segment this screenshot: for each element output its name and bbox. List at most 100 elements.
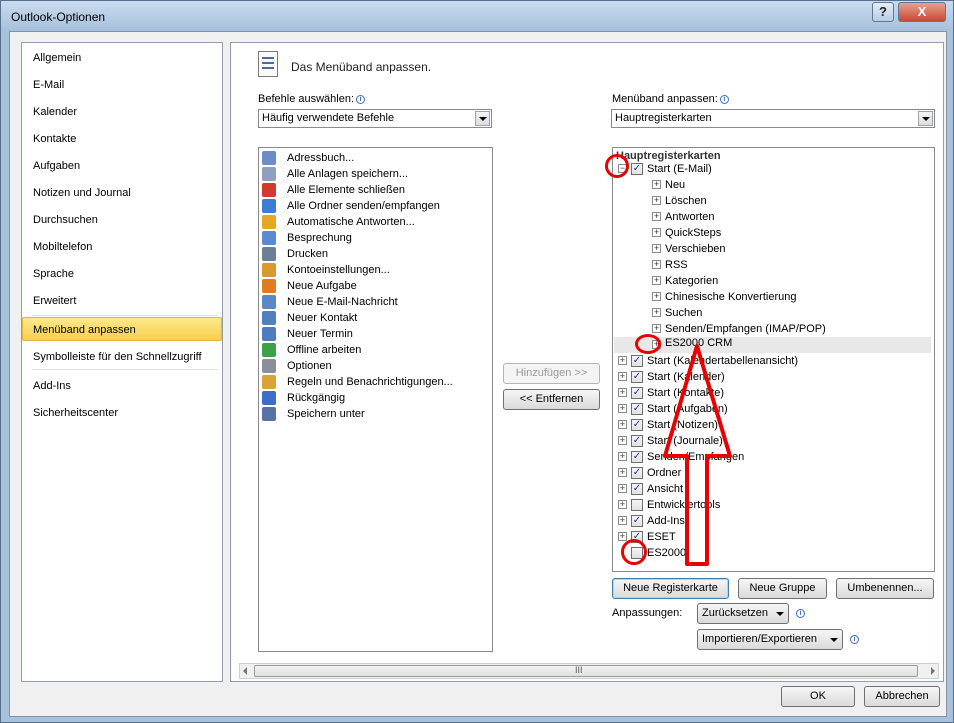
expand-icon[interactable]: + [652,196,661,205]
ok-button[interactable]: OK [781,686,855,707]
expand-icon[interactable]: + [618,452,627,461]
nav-item[interactable]: Aufgaben [23,154,221,178]
chevron-down-icon[interactable] [828,630,840,649]
tree-group-row[interactable]: + Suchen [613,305,933,321]
command-item[interactable]: Drucken [261,246,491,262]
tree-group-row[interactable]: + Chinesische Konvertierung [613,289,933,305]
checkbox[interactable]: ✓ [631,371,643,383]
new-tab-button[interactable]: Neue Registerkarte [612,578,729,599]
checkbox[interactable]: ✓ [631,387,643,399]
command-item[interactable]: Kontoeinstellungen... [261,262,491,278]
checkbox[interactable] [631,499,643,511]
command-item[interactable]: Alle Ordner senden/empfangen [261,198,491,214]
ribbon-combo[interactable]: Hauptregisterkarten [611,109,935,128]
tree-group-row[interactable]: + Neu [613,177,933,193]
expand-icon[interactable]: + [618,404,627,413]
scroll-left-icon[interactable] [243,667,247,675]
expand-icon[interactable]: + [652,212,661,221]
nav-item[interactable]: Erweitert [23,289,221,313]
command-item[interactable]: Automatische Antworten... [261,214,491,230]
checkbox[interactable]: ✓ [631,355,643,367]
expand-icon[interactable]: + [618,388,627,397]
command-item[interactable]: Neuer Termin [261,326,491,342]
expand-icon[interactable]: + [618,532,627,541]
tree-group-row[interactable]: + Antworten [613,209,933,225]
checkbox[interactable]: ✓ [631,419,643,431]
undo-icon [262,391,276,405]
commands-combo[interactable]: Häufig verwendete Befehle [258,109,492,128]
chevron-down-icon[interactable] [475,111,490,126]
nav-item[interactable]: Kontakte [23,127,221,151]
cancel-button[interactable]: Abbrechen [864,686,940,707]
checkbox[interactable]: ✓ [631,451,643,463]
expand-icon[interactable]: + [618,516,627,525]
checkbox[interactable]: ✓ [631,163,643,175]
command-item[interactable]: Alle Anlagen speichern... [261,166,491,182]
checkbox[interactable]: ✓ [631,403,643,415]
command-item[interactable]: Neuer Kontakt [261,310,491,326]
expand-icon[interactable]: + [618,436,627,445]
command-item[interactable]: Optionen [261,358,491,374]
add-button[interactable]: Hinzufügen >> [503,363,600,384]
expand-icon[interactable]: + [652,180,661,189]
expand-icon[interactable]: + [618,484,627,493]
nav-item[interactable]: Durchsuchen [23,208,221,232]
rules-icon [262,375,276,389]
scroll-thumb[interactable]: III [254,665,918,677]
nav-item[interactable]: Sprache [23,262,221,286]
nav-item[interactable]: Add-Ins [23,374,221,398]
expand-icon[interactable]: + [618,468,627,477]
nav-item[interactable]: Allgemein [23,46,221,70]
expand-icon[interactable]: + [652,244,661,253]
tree-group-row[interactable]: + Verschieben [613,241,933,257]
nav-item[interactable]: E-Mail [23,73,221,97]
horizontal-scrollbar[interactable]: III [239,663,939,679]
import-export-button[interactable]: Importieren/Exportieren [697,629,843,650]
command-item[interactable]: Offline arbeiten [261,342,491,358]
nav-item[interactable]: Notizen und Journal [23,181,221,205]
nav-item[interactable]: Kalender [23,100,221,124]
checkbox[interactable]: ✓ [631,435,643,447]
nav-item[interactable]: Mobiltelefon [23,235,221,259]
tree-group-row[interactable]: + Senden/Empfangen (IMAP/POP) [613,321,933,337]
command-item[interactable]: Neue Aufgabe [261,278,491,294]
command-item[interactable]: Adressbuch... [261,150,491,166]
expand-icon[interactable]: + [652,324,661,333]
remove-button[interactable]: << Entfernen [503,389,600,410]
expand-icon[interactable]: + [652,292,661,301]
rename-button[interactable]: Umbenennen... [836,578,934,599]
expand-icon[interactable]: + [618,372,627,381]
chevron-down-icon[interactable] [774,604,786,623]
expand-icon[interactable]: + [618,420,627,429]
new-group-button[interactable]: Neue Gruppe [738,578,827,599]
close-button[interactable]: X [898,2,946,22]
chevron-down-icon[interactable] [918,111,933,126]
nav-item[interactable]: Menüband anpassen [22,317,222,341]
expand-icon[interactable]: + [618,356,627,365]
expand-icon[interactable]: + [652,308,661,317]
checkbox[interactable]: ✓ [631,515,643,527]
command-item[interactable]: Alle Elemente schließen [261,182,491,198]
command-item[interactable]: Rückgängig [261,390,491,406]
scroll-right-icon[interactable] [931,667,935,675]
tree-tab-row[interactable]: − ✓ Start (E-Mail) [613,161,933,177]
checkbox[interactable]: ✓ [631,483,643,495]
command-item[interactable]: Speichern unter [261,406,491,422]
tree-group-row[interactable]: + QuickSteps [613,225,933,241]
commands-list[interactable]: Adressbuch... Alle Anlagen speichern... Al… [258,147,493,652]
reset-button[interactable]: Zurücksetzen [697,603,789,624]
tree-group-row[interactable]: + RSS [613,257,933,273]
command-item[interactable]: Besprechung [261,230,491,246]
nav-item[interactable]: Symbolleiste für den Schnellzugriff [23,345,221,369]
help-button[interactable]: ? [872,2,894,22]
expand-icon[interactable]: + [652,228,661,237]
checkbox[interactable]: ✓ [631,467,643,479]
tree-group-row[interactable]: + Löschen [613,193,933,209]
command-item[interactable]: Regeln und Benachrichtigungen... [261,374,491,390]
expand-icon[interactable]: + [652,260,661,269]
command-item[interactable]: Neue E-Mail-Nachricht [261,294,491,310]
expand-icon[interactable]: + [618,500,627,509]
expand-icon[interactable]: + [652,276,661,285]
nav-item[interactable]: Sicherheitscenter [23,401,221,425]
tree-group-row[interactable]: + Kategorien [613,273,933,289]
